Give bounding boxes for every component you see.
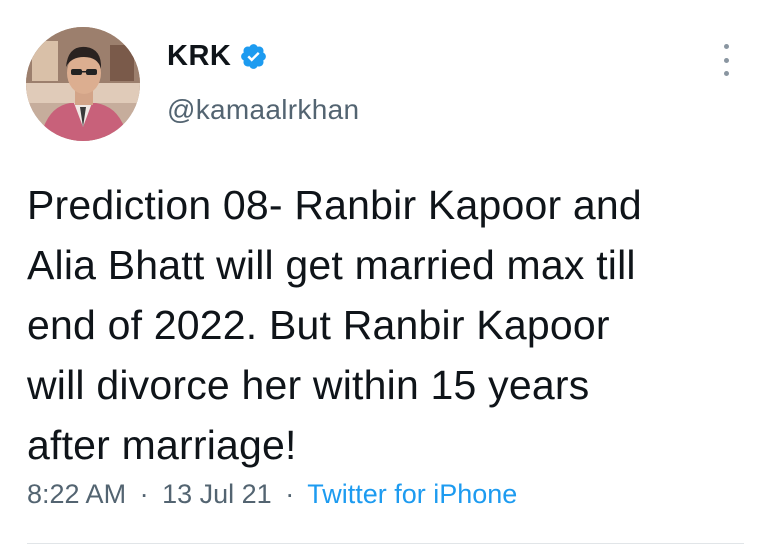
avatar-image [26,27,140,141]
verified-badge-icon [239,42,268,71]
tweet-metadata: 8:22 AM · 13 Jul 21 · Twitter for iPhone [27,479,517,510]
tweet-card: KRK @kamaalrkhan Prediction 08- Ranbir K… [0,0,770,551]
user-handle[interactable]: @kamaalrkhan [167,94,359,126]
more-options-icon[interactable] [716,44,736,76]
tweet-date[interactable]: 13 Jul 21 [162,479,272,509]
avatar[interactable] [26,27,140,141]
name-row: KRK [167,40,268,73]
tweet-text: Prediction 08- Ranbir Kapoor and Alia Bh… [27,182,642,468]
display-name[interactable]: KRK [167,40,231,73]
tweet-time[interactable]: 8:22 AM [27,479,126,509]
tweet-source-link[interactable]: Twitter for iPhone [307,479,517,509]
separator-dot: · [285,479,295,509]
divider [27,543,744,544]
separator-dot: · [139,479,149,509]
